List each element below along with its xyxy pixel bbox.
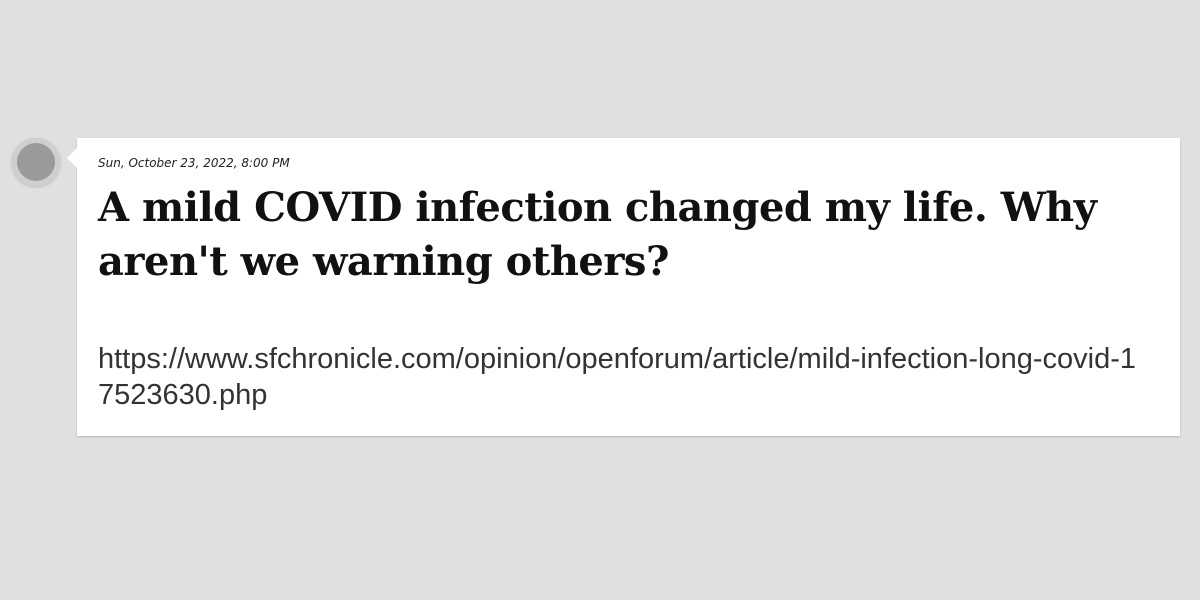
avatar-circle-icon xyxy=(17,143,55,181)
post-timestamp: Sun, October 23, 2022, 8:00 PM xyxy=(98,156,290,170)
post-headline: A mild COVID infection changed my life. … xyxy=(98,184,1097,285)
post-link[interactable]: https://www.sfchronicle.com/opinion/open… xyxy=(98,341,1140,413)
card-pointer xyxy=(67,148,77,168)
post-card: Sun, October 23, 2022, 8:00 PM A mild CO… xyxy=(67,138,1180,436)
avatar[interactable] xyxy=(12,138,60,186)
